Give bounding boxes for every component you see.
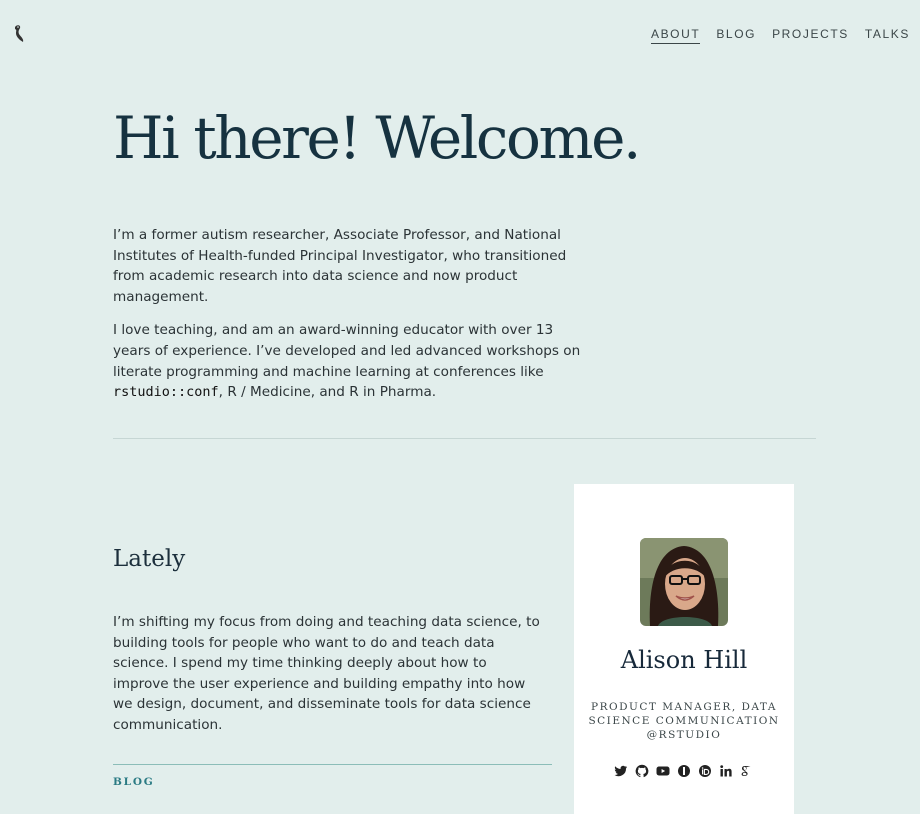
page-title: Hi there! Welcome. bbox=[113, 104, 641, 172]
section-divider bbox=[113, 438, 816, 439]
linkedin-icon[interactable] bbox=[719, 764, 733, 778]
orcid-icon[interactable] bbox=[698, 764, 712, 778]
rstudio-conf-code: rstudio::conf bbox=[113, 384, 219, 401]
profile-name: Alison Hill bbox=[620, 646, 748, 674]
blog-divider bbox=[113, 764, 552, 765]
nav-about[interactable]: ABOUT bbox=[650, 27, 701, 44]
profile-card: Alison Hill Product Manager, Data Scienc… bbox=[574, 484, 794, 814]
bird-logo-icon[interactable] bbox=[12, 24, 26, 44]
impactstory-icon[interactable] bbox=[677, 764, 691, 778]
profile-role: Product Manager, Data Science Communicat… bbox=[588, 701, 780, 741]
github-icon[interactable] bbox=[635, 764, 649, 778]
lately-heading: Lately bbox=[113, 546, 186, 572]
intro-paragraph-1: I’m a former autism researcher, Associat… bbox=[113, 227, 567, 305]
avatar bbox=[640, 538, 728, 626]
blog-section-label[interactable]: BLOG bbox=[113, 776, 155, 788]
nav-blog[interactable]: BLOG bbox=[716, 27, 756, 44]
intro-paragraph-2-text: I love teaching, and am an award-winning… bbox=[113, 322, 581, 380]
social-links bbox=[574, 764, 794, 778]
youtube-icon[interactable] bbox=[656, 764, 670, 778]
intro-paragraph-2-tail: , R / Medicine, and R in Pharma. bbox=[218, 384, 437, 401]
nav-projects[interactable]: PROJECTS bbox=[772, 27, 849, 44]
main-nav: ABOUT BLOG PROJECTS TALKS bbox=[650, 27, 910, 44]
intro-section: I’m a former autism researcher, Associat… bbox=[113, 225, 583, 416]
google-scholar-icon[interactable] bbox=[740, 764, 754, 778]
twitter-icon[interactable] bbox=[614, 764, 628, 778]
nav-talks[interactable]: TALKS bbox=[865, 27, 910, 44]
lately-body: I’m shifting my focus from doing and tea… bbox=[113, 614, 540, 733]
intro-paragraph-2: I love teaching, and am an award-winning… bbox=[113, 320, 583, 402]
